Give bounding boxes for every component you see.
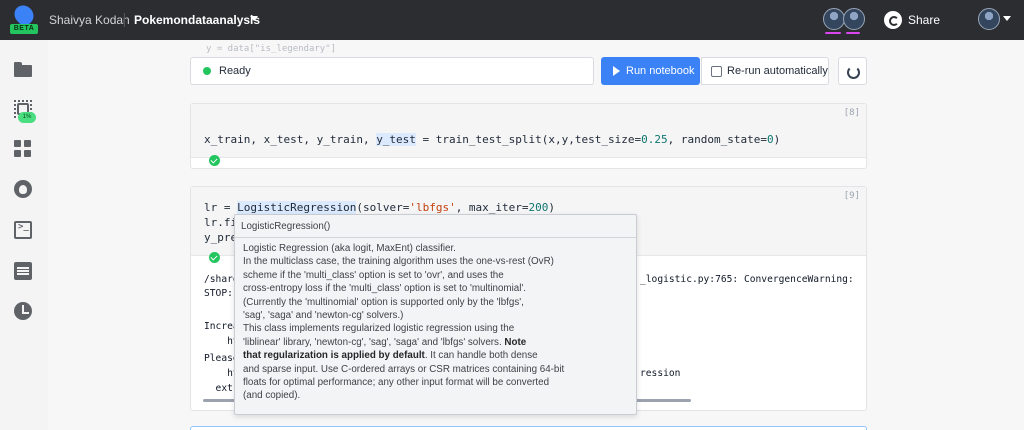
code-line[interactable]: y_pre bbox=[204, 231, 237, 244]
code-token: , random_state= bbox=[667, 133, 767, 146]
grid-cell bbox=[24, 140, 31, 147]
tooltip-line: This class implements regularized logist… bbox=[243, 323, 515, 335]
folder-body bbox=[14, 65, 32, 77]
docstring-tooltip: LogisticRegression() Logistic Regression… bbox=[234, 214, 637, 415]
output-line: _logistic.py:765: ConvergenceWarning: bbox=[640, 274, 854, 285]
code-token: ) bbox=[773, 133, 781, 146]
run-success-icon bbox=[209, 252, 220, 263]
tooltip-line: (Currently the 'multinomial' option is s… bbox=[243, 296, 524, 308]
code-token: LogisticRegression bbox=[237, 201, 357, 214]
tooltip-text: . It can handle both dense bbox=[424, 350, 538, 362]
chevron-down-icon[interactable] bbox=[1003, 16, 1011, 21]
code-line[interactable]: lr.fi bbox=[204, 216, 237, 229]
share-button[interactable]: Share bbox=[884, 9, 940, 31]
github-icon[interactable] bbox=[14, 180, 32, 198]
rerun-label: Re-run automatically bbox=[727, 65, 828, 77]
code-token: 0 bbox=[766, 133, 774, 146]
cell-input[interactable]: [8] x_train, x_test, y_train, y_test = t… bbox=[191, 104, 866, 158]
collaborator-indicator bbox=[846, 32, 860, 34]
collaborator-avatar[interactable] bbox=[843, 8, 865, 30]
code-line[interactable]: x_train, x_test, y_train, y_test = train… bbox=[204, 133, 780, 146]
user-name[interactable]: Shaivya Kodan bbox=[49, 13, 130, 27]
scrolled-code-line: y = data["is_legendary"] bbox=[206, 44, 337, 54]
tooltip-line: 'sag', 'saga' and 'newton-cg' solvers.) bbox=[243, 310, 404, 322]
tooltip-line: cross-entropy loss if the 'multi_class' … bbox=[243, 283, 526, 295]
rerun-checkbox[interactable] bbox=[711, 65, 722, 77]
grid-cell bbox=[14, 140, 21, 147]
status-text: Ready bbox=[219, 65, 251, 77]
usage-badge: 1% bbox=[18, 112, 36, 123]
chat-icon[interactable] bbox=[14, 262, 32, 280]
refresh-icon[interactable] bbox=[838, 57, 867, 85]
logo-icon[interactable]: BETA bbox=[10, 1, 38, 35]
chevron-down-icon[interactable] bbox=[250, 16, 258, 21]
tooltip-title: LogisticRegression() bbox=[241, 221, 331, 232]
tooltip-body: Logistic Regression (aka logit, MaxEnt) … bbox=[243, 242, 633, 403]
run-success-icon bbox=[209, 155, 220, 166]
beta-badge: BETA bbox=[10, 24, 38, 34]
notebook-cell[interactable] bbox=[190, 426, 867, 430]
code-token: lr = bbox=[204, 201, 238, 214]
share-label: Share bbox=[908, 13, 941, 27]
tooltip-line: that regularization is applied by defaul… bbox=[243, 349, 633, 362]
code-token: (solver= bbox=[356, 201, 410, 214]
top-bar: BETA Shaivya Kodan Pokemondataanalysis S… bbox=[0, 0, 1024, 40]
grid-cell bbox=[14, 150, 21, 157]
tooltip-line: In the multiclass case, the training alg… bbox=[243, 256, 554, 268]
cell-number: [8] bbox=[843, 108, 860, 118]
sidebar: 1% bbox=[0, 40, 48, 430]
tooltip-line: and sparse input. Use C-ordered arrays o… bbox=[243, 363, 565, 375]
tooltip-bold-text: that regularization is applied by defaul… bbox=[243, 350, 425, 362]
run-notebook-button[interactable]: Run notebook bbox=[601, 57, 700, 85]
code-token: 'lbfgs' bbox=[409, 201, 456, 214]
tooltip-line: scheme if the 'multi_class' option is se… bbox=[243, 269, 504, 281]
grid-cell bbox=[24, 150, 31, 157]
code-token: ) bbox=[548, 201, 556, 214]
tooltip-text: 'liblinear' library, 'newton-cg', 'sag',… bbox=[243, 336, 502, 348]
project-name[interactable]: Pokemondataanalysis bbox=[134, 13, 260, 27]
tooltip-line: (and copied). bbox=[243, 390, 301, 402]
code-token: 0.25 bbox=[641, 133, 668, 146]
tooltip-line: Logistic Regression (aka logit, MaxEnt) … bbox=[243, 243, 456, 254]
terminal-icon[interactable] bbox=[14, 221, 32, 239]
rerun-automatically-toggle[interactable]: Re-run automatically bbox=[701, 57, 829, 85]
code-token: , max_iter= bbox=[455, 201, 529, 214]
kernel-status: Ready bbox=[190, 57, 594, 85]
status-dot bbox=[203, 67, 211, 75]
history-icon[interactable] bbox=[14, 302, 32, 320]
notebook-cell[interactable]: [8] x_train, x_test, y_train, y_test = t… bbox=[190, 103, 867, 169]
code-line[interactable]: lr = LogisticRegression(solver='lbfgs', … bbox=[204, 201, 555, 214]
tooltip-line: 'liblinear' library, 'newton-cg', 'sag',… bbox=[243, 336, 633, 349]
user-avatar[interactable] bbox=[978, 8, 1000, 30]
folder-icon[interactable] bbox=[14, 61, 32, 79]
code-token: y_test bbox=[376, 133, 416, 146]
apps-grid-icon[interactable] bbox=[14, 140, 32, 158]
collaborator-avatar[interactable] bbox=[823, 8, 845, 30]
code-token: x_train, x_test, y_train, bbox=[204, 133, 377, 146]
code-token: = train_test_split(x,y,test_size= bbox=[415, 133, 642, 146]
output-line: ression bbox=[640, 368, 681, 379]
output-line: STOP: bbox=[204, 288, 233, 299]
play-icon bbox=[613, 66, 620, 76]
tooltip-divider bbox=[235, 237, 636, 238]
collaborator-indicator bbox=[825, 32, 841, 34]
share-icon bbox=[884, 11, 902, 29]
cell-number: [9] bbox=[843, 191, 860, 201]
tooltip-line: floats for optimal performance; any othe… bbox=[243, 377, 550, 389]
code-token: 200 bbox=[528, 201, 549, 214]
tooltip-bold-text: Note bbox=[504, 336, 527, 348]
run-notebook-label: Run notebook bbox=[626, 65, 695, 77]
breadcrumb-divider bbox=[124, 13, 125, 27]
